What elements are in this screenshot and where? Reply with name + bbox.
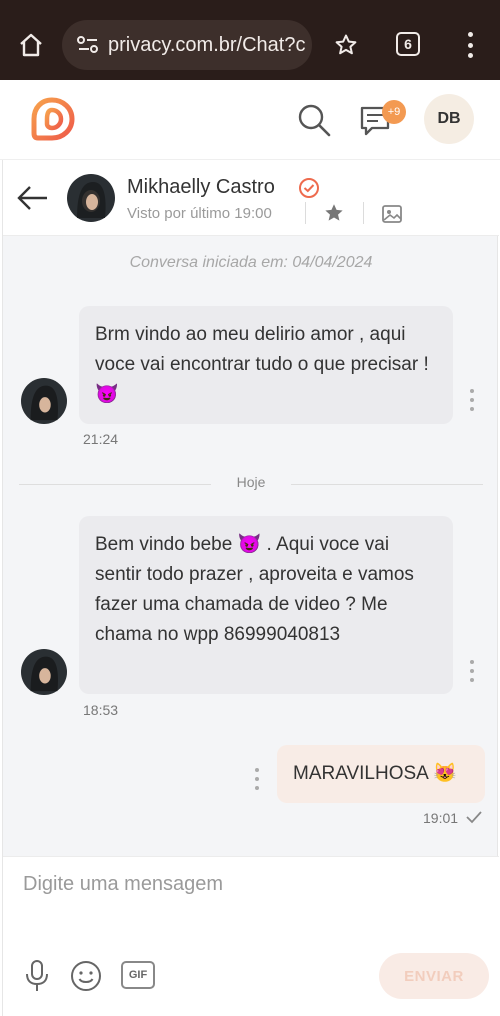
header-divider bbox=[305, 202, 306, 224]
message-options-icon[interactable] bbox=[469, 660, 475, 682]
back-arrow-icon[interactable] bbox=[15, 182, 51, 214]
conversation-started-label: Conversa iniciada em: 04/04/2024 bbox=[129, 254, 373, 271]
notification-badge: +9 bbox=[382, 100, 406, 124]
outgoing-message[interactable]: MARAVILHOSA 😻 bbox=[277, 745, 485, 803]
tab-switcher-button[interactable]: 6 bbox=[396, 32, 420, 56]
message-time: 19:01 bbox=[423, 810, 459, 826]
message-composer: Digite uma mensagem GIF ENVIAR bbox=[3, 856, 499, 1016]
incoming-message[interactable]: Brm vindo ao meu delirio amor , aqui voc… bbox=[79, 306, 453, 424]
last-seen-status: Visto por último 19:00 bbox=[127, 205, 272, 222]
browser-menu-icon[interactable] bbox=[460, 30, 480, 60]
incoming-message[interactable]: Bem vindo bebe 😈 . Aqui voce vai sentir … bbox=[79, 516, 453, 694]
message-input[interactable]: Digite uma mensagem bbox=[23, 873, 223, 896]
chat-header: Mikhaelly Castro Visto por último 19:00 bbox=[3, 160, 499, 236]
media-gallery-icon[interactable] bbox=[381, 204, 403, 224]
user-avatar[interactable]: DB bbox=[424, 94, 474, 144]
gif-button[interactable]: GIF bbox=[121, 961, 155, 989]
address-bar[interactable]: privacy.com.br/Chat?c bbox=[62, 20, 312, 70]
browser-toolbar: privacy.com.br/Chat?c 6 bbox=[0, 0, 500, 80]
send-button[interactable]: ENVIAR bbox=[379, 953, 489, 999]
microphone-icon[interactable] bbox=[23, 959, 51, 993]
chat-panel: Mikhaelly Castro Visto por último 19:00 … bbox=[2, 160, 499, 1016]
bookmark-star-icon[interactable] bbox=[330, 28, 362, 62]
header-divider bbox=[363, 202, 364, 224]
sender-avatar[interactable] bbox=[21, 378, 67, 424]
sent-check-icon bbox=[465, 809, 483, 825]
message-options-icon[interactable] bbox=[469, 389, 475, 411]
app-header: +9 DB bbox=[0, 80, 500, 160]
verified-badge-icon bbox=[297, 176, 321, 200]
date-divider-label: Hoje bbox=[211, 474, 291, 490]
emoji-icon[interactable] bbox=[69, 959, 103, 993]
url-text: privacy.com.br/Chat?c bbox=[108, 33, 306, 56]
home-icon[interactable] bbox=[14, 28, 48, 62]
search-icon[interactable] bbox=[294, 100, 334, 140]
message-time: 18:53 bbox=[83, 702, 119, 718]
message-options-icon[interactable] bbox=[254, 768, 260, 790]
privacy-logo[interactable] bbox=[28, 96, 76, 144]
contact-avatar[interactable] bbox=[67, 174, 115, 222]
site-info-icon[interactable] bbox=[74, 31, 102, 59]
favorite-star-icon[interactable] bbox=[323, 202, 345, 224]
contact-name: Mikhaelly Castro bbox=[127, 176, 275, 198]
message-time: 21:24 bbox=[83, 431, 119, 447]
sender-avatar[interactable] bbox=[21, 649, 67, 695]
